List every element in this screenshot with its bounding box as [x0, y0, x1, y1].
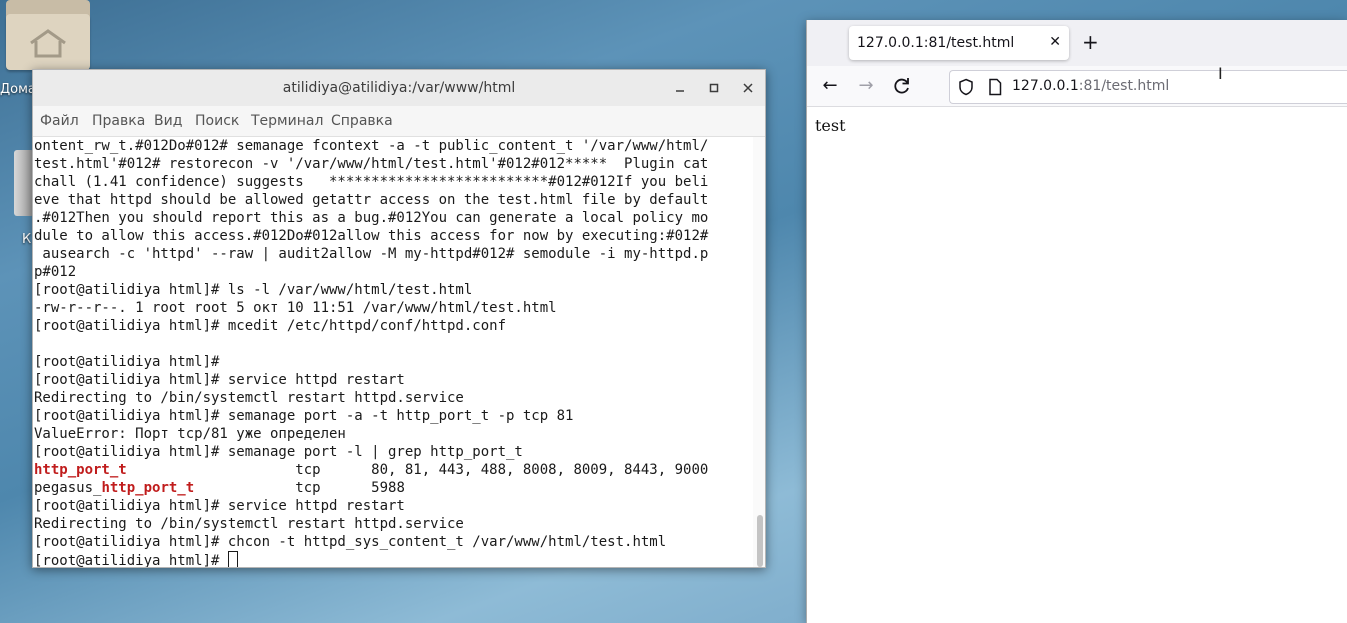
home-icon: [30, 29, 66, 58]
maximize-icon: [709, 83, 719, 93]
terminal-text: [root@atilidiya html]#: [34, 553, 228, 567]
terminal-line: chall (1.41 confidence) suggests *******…: [34, 173, 708, 191]
trash-label: К: [22, 232, 32, 247]
arrow-left-icon: ←: [822, 75, 838, 96]
navigation-bar: ← → 127.0.0.1:81/test.html: [807, 66, 1347, 107]
terminal-text: [root@atilidiya html]# chcon -t httpd_sy…: [34, 534, 667, 550]
trash-icon[interactable]: [14, 150, 34, 216]
shield-icon[interactable]: [958, 78, 974, 96]
terminal-text: ontent_rw_t.#012Do#012# semanage fcontex…: [34, 138, 709, 154]
terminal-text: [root@atilidiya html]# mcedit /etc/httpd…: [34, 318, 507, 334]
terminal-line: eve that httpd should be allowed getattr…: [34, 191, 708, 209]
tab-title: 127.0.0.1:81/test.html: [857, 35, 1015, 51]
scrollbar-thumb[interactable]: [757, 515, 763, 567]
reload-button[interactable]: [890, 74, 914, 98]
minimize-button[interactable]: [670, 78, 690, 98]
maximize-button[interactable]: [704, 78, 724, 98]
terminal-text: [root@atilidiya html]# ls -l /var/www/ht…: [34, 282, 473, 298]
terminal-text: -rw-r--r--. 1 root root 5 окт 10 11:51 /…: [34, 300, 557, 316]
home-folder-icon[interactable]: [6, 0, 90, 70]
plus-icon: +: [1082, 30, 1099, 54]
tab-close-icon[interactable]: ✕: [1049, 34, 1061, 50]
terminal-menubar: Файл Правка Вид Поиск Терминал Справка: [33, 106, 765, 137]
terminal-text: [root@atilidiya html]#: [34, 354, 220, 370]
terminal-text: pegasus_: [34, 480, 102, 496]
terminal-text: tcp 80, 81, 443, 488, 8008, 8009, 8443, …: [126, 462, 709, 478]
terminal-titlebar[interactable]: atilidiya@atilidiya:/var/www/html: [33, 70, 765, 107]
terminal-line: test.html'#012# restorecon -v '/var/www/…: [34, 155, 708, 173]
browser-window[interactable]: 127.0.0.1:81/test.html ✕ + ← → 127.0.0.1…: [806, 20, 1347, 623]
terminal-line: [root@atilidiya html]#: [34, 353, 219, 371]
browser-tab[interactable]: 127.0.0.1:81/test.html ✕: [849, 26, 1069, 60]
terminal-cursor: [227, 551, 238, 567]
menu-file[interactable]: Файл: [40, 113, 79, 129]
forward-button[interactable]: →: [854, 74, 878, 98]
terminal-text: ausearch -c 'httpd' --raw | audit2allow …: [34, 246, 709, 262]
page-body-text: test: [815, 116, 846, 135]
terminal-line: ausearch -c 'httpd' --raw | audit2allow …: [34, 245, 708, 263]
terminal-line: .#012Then you should report this as a bu…: [34, 209, 708, 227]
terminal-text: Redirecting to /bin/systemctl restart ht…: [34, 390, 464, 406]
terminal-text: p#012: [34, 264, 77, 280]
menu-help[interactable]: Справка: [331, 113, 393, 129]
tab-strip: 127.0.0.1:81/test.html ✕ +: [807, 20, 1347, 66]
menu-edit[interactable]: Правка: [92, 113, 145, 129]
terminal-line: pegasus_http_port_t tcp 5988: [34, 479, 405, 497]
text-cursor-icon: I: [1218, 64, 1223, 83]
terminal-line: [root@atilidiya html]# service httpd res…: [34, 371, 405, 389]
url-text[interactable]: 127.0.0.1:81/test.html: [1012, 78, 1169, 94]
terminal-line: p#012: [34, 263, 76, 281]
terminal-text: [root@atilidiya html]# semanage port -a …: [34, 408, 574, 424]
page-icon[interactable]: [988, 78, 1002, 96]
terminal-text: eve that httpd should be allowed getattr…: [34, 192, 709, 208]
terminal-line: [root@atilidiya html]# ls -l /var/www/ht…: [34, 281, 472, 299]
grep-match: http_port_t: [34, 462, 127, 478]
menu-search[interactable]: Поиск: [195, 113, 239, 129]
terminal-text: test.html'#012# restorecon -v '/var/www/…: [34, 156, 709, 172]
menu-view[interactable]: Вид: [154, 113, 182, 129]
terminal-line: Redirecting to /bin/systemctl restart ht…: [34, 515, 464, 533]
url-path: :81/test.html: [1078, 78, 1170, 94]
minimize-icon: [676, 90, 684, 92]
url-bar[interactable]: 127.0.0.1:81/test.html: [949, 70, 1347, 104]
terminal-line: [root@atilidiya html]# mcedit /etc/httpd…: [34, 317, 506, 335]
terminal-line: ValueError: Порт tcp/81 уже определен: [34, 425, 346, 443]
terminal-output[interactable]: ontent_rw_t.#012Do#012# semanage fcontex…: [33, 137, 753, 567]
terminal-line: ontent_rw_t.#012Do#012# semanage fcontex…: [34, 137, 708, 155]
terminal-text: chall (1.41 confidence) suggests *******…: [34, 174, 709, 190]
terminal-line: dule to allow this access.#012Do#012allo…: [34, 227, 708, 245]
terminal-text: .#012Then you should report this as a bu…: [34, 210, 709, 226]
reload-icon: [894, 78, 909, 94]
terminal-text: tcp 5988: [194, 480, 405, 496]
close-icon: [743, 83, 753, 93]
terminal-line: [root@atilidiya html]#: [34, 551, 238, 567]
terminal-line: http_port_t tcp 80, 81, 443, 488, 8008, …: [34, 461, 708, 479]
terminal-text: [root@atilidiya html]# service httpd res…: [34, 372, 405, 388]
terminal-scrollbar[interactable]: [753, 137, 765, 567]
terminal-title: atilidiya@atilidiya:/var/www/html: [282, 80, 516, 96]
arrow-right-icon: →: [858, 75, 874, 96]
grep-match: http_port_t: [101, 480, 195, 496]
terminal-text: [root@atilidiya html]# semanage port -l …: [34, 444, 523, 460]
terminal-text: ValueError: Порт tcp/81 уже определен: [34, 426, 346, 442]
close-button[interactable]: [738, 78, 758, 98]
terminal-window[interactable]: atilidiya@atilidiya:/var/www/html Файл П…: [32, 69, 766, 568]
terminal-line: [root@atilidiya html]# semanage port -l …: [34, 443, 523, 461]
terminal-text: [root@atilidiya html]# service httpd res…: [34, 498, 405, 514]
terminal-line: -rw-r--r--. 1 root root 5 окт 10 11:51 /…: [34, 299, 557, 317]
terminal-text: dule to allow this access.#012Do#012allo…: [34, 228, 709, 244]
back-button[interactable]: ←: [818, 74, 842, 98]
terminal-line: [root@atilidiya html]# chcon -t httpd_sy…: [34, 533, 666, 551]
terminal-text: Redirecting to /bin/systemctl restart ht…: [34, 516, 464, 532]
terminal-line: [root@atilidiya html]# service httpd res…: [34, 497, 405, 515]
terminal-line: [root@atilidiya html]# semanage port -a …: [34, 407, 573, 425]
url-host: 127.0.0.1: [1012, 78, 1079, 94]
new-tab-button[interactable]: +: [1082, 31, 1099, 53]
menu-terminal[interactable]: Терминал: [251, 113, 323, 129]
terminal-line: Redirecting to /bin/systemctl restart ht…: [34, 389, 464, 407]
